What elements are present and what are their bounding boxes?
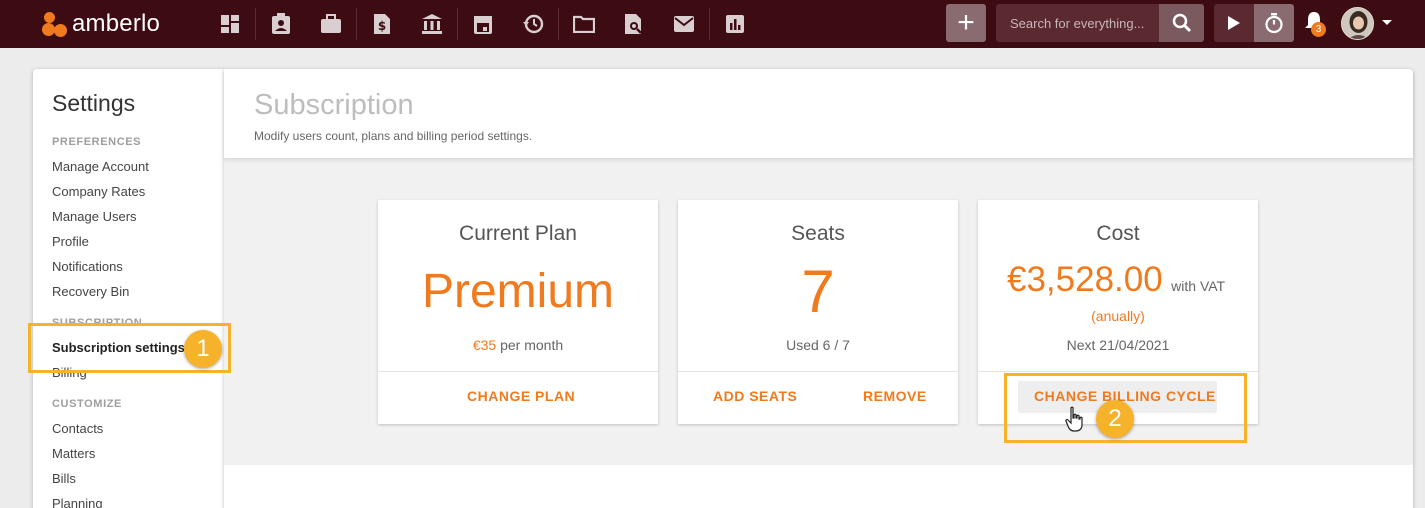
notifications-button[interactable]: 3 [1300, 8, 1332, 40]
section-header-preferences: PREFERENCES [52, 136, 142, 148]
logo-mark-icon [42, 11, 68, 37]
cost-vat-note: with VAT [1171, 278, 1226, 294]
seats-usage: Used 6 / 7 [786, 337, 850, 353]
notification-count-badge: 3 [1311, 22, 1326, 37]
settings-sidebar: Settings PREFERENCES Manage Account Comp… [33, 69, 224, 508]
stopwatch-icon [1265, 13, 1283, 34]
cost-amount: €3,528.00 [1007, 260, 1163, 299]
sidebar-item-bills[interactable]: Bills [52, 471, 76, 486]
bills-icon[interactable]: $ [357, 0, 407, 48]
section-header-customize: CUSTOMIZE [52, 398, 122, 410]
search-input[interactable] [996, 4, 1159, 42]
card-divider [978, 371, 1258, 372]
play-icon [1228, 16, 1240, 30]
dashboard-icon[interactable] [205, 0, 255, 48]
content-footer-area [224, 465, 1413, 508]
sidebar-item-recovery-bin[interactable]: Recovery Bin [52, 284, 129, 299]
remove-seats-button[interactable]: REMOVE [863, 388, 927, 404]
sidebar-item-notifications[interactable]: Notifications [52, 259, 123, 274]
next-billing-date: Next 21/04/2021 [1066, 337, 1170, 353]
page-title: Subscription [254, 89, 414, 121]
page-subtitle: Modify users count, plans and billing pe… [254, 129, 533, 143]
change-plan-button[interactable]: CHANGE PLAN [467, 388, 575, 404]
timer-button[interactable] [1254, 4, 1294, 42]
calendar-icon[interactable] [458, 0, 508, 48]
seats-card-title: Seats [791, 222, 845, 245]
search-icon [1172, 13, 1191, 33]
page-header: Subscription Modify users count, plans a… [224, 69, 1413, 159]
time-history-icon[interactable] [508, 0, 558, 48]
seats-count: 7 [801, 258, 835, 325]
step-1-badge: 1 [184, 330, 222, 368]
sidebar-item-manage-users[interactable]: Manage Users [52, 209, 137, 224]
plan-price-amount: €35 [472, 337, 497, 353]
global-search [996, 4, 1204, 42]
billing-period: (anually) [1091, 308, 1145, 324]
user-menu-caret-icon[interactable] [1382, 20, 1392, 25]
document-search-icon[interactable] [609, 0, 659, 48]
contacts-icon[interactable] [256, 0, 306, 48]
plan-price: €35 per month [378, 337, 658, 353]
sidebar-item-matters[interactable]: Matters [52, 446, 95, 461]
plan-card-title: Current Plan [459, 222, 577, 245]
card-divider [678, 371, 958, 372]
sidebar-item-profile[interactable]: Profile [52, 234, 89, 249]
sidebar-item-planning[interactable]: Planning [52, 496, 103, 508]
step-2-badge: 2 [1096, 400, 1134, 438]
user-avatar[interactable] [1341, 7, 1374, 40]
start-timer-button[interactable] [1214, 4, 1254, 42]
reports-icon[interactable] [710, 0, 760, 48]
add-seats-button[interactable]: ADD SEATS [713, 388, 797, 404]
plan-price-period: per month [500, 337, 564, 353]
cost-amount-row: €3,528.00 with VAT [1007, 260, 1225, 300]
sidebar-item-company-rates[interactable]: Company Rates [52, 184, 145, 199]
matters-icon[interactable] [306, 0, 356, 48]
brand-name: amberlo [72, 10, 161, 37]
top-navigation-bar: amberlo $ + Search for everything... 3 [0, 0, 1425, 48]
plan-name: Premium [421, 265, 615, 318]
bank-icon[interactable] [407, 0, 457, 48]
card-divider [378, 371, 658, 372]
add-new-button[interactable]: + [946, 4, 986, 42]
svg-text:$: $ [378, 19, 386, 33]
search-button[interactable] [1159, 4, 1204, 42]
sidebar-item-contacts[interactable]: Contacts [52, 421, 103, 436]
folder-icon[interactable] [559, 0, 609, 48]
seats-card: Seats 7 Used 6 / 7 ADD SEATS REMOVE [678, 200, 958, 424]
hand-cursor-icon [1065, 406, 1083, 432]
amberlo-logo[interactable]: amberlo [42, 10, 160, 38]
sidebar-item-manage-account[interactable]: Manage Account [52, 159, 149, 174]
mail-icon[interactable] [659, 0, 709, 48]
main-nav: $ [205, 0, 760, 48]
cost-card-title: Cost [1096, 222, 1140, 245]
current-plan-card: Current Plan Premium €35 per month CHANG… [378, 200, 658, 424]
settings-title: Settings [52, 90, 136, 116]
